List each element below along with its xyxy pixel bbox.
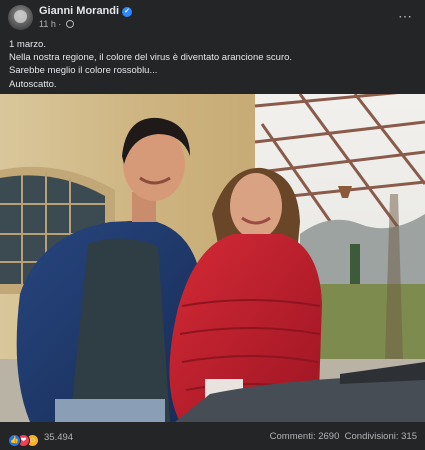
photo-illustration xyxy=(0,94,425,422)
post-text-line: 1 marzo. xyxy=(9,39,46,50)
post-text-line: Nella nostra regione, il colore del viru… xyxy=(9,52,293,64)
post-text-line: Sarebbe meglio il colore rossoblu... xyxy=(9,65,158,77)
post-text-line: Autoscatto. xyxy=(9,78,57,90)
reactions-summary[interactable]: 👍 ❤ ☺ 35.494 xyxy=(8,429,74,447)
author-name-row: Gianni Morandi ✓ xyxy=(39,5,133,17)
like-icon: 👍 xyxy=(8,434,21,447)
more-options-icon[interactable]: ⋯ xyxy=(398,8,413,25)
globe-icon xyxy=(65,20,74,28)
author-avatar[interactable] xyxy=(8,5,33,30)
cypress xyxy=(350,244,360,284)
meta-separator: · xyxy=(58,19,62,29)
post-footer: 👍 ❤ ☺ 35.494 Commenti: 2690 Condivisioni: 3… xyxy=(0,422,425,450)
woman-face xyxy=(230,173,282,239)
man-jeans xyxy=(55,399,165,422)
post-time[interactable]: 11 h xyxy=(39,19,56,29)
reactions-count: 35.494 xyxy=(44,432,74,443)
shares-count[interactable]: Condivisioni: 315 xyxy=(345,431,417,442)
author-name[interactable]: Gianni Morandi xyxy=(39,5,119,17)
post-text: 1 marzo. Nella nostra regione, il colore… xyxy=(9,38,414,91)
comments-count[interactable]: Commenti: 2690 xyxy=(270,431,340,442)
post-header: Gianni Morandi ✓ 11 h · ⋯ xyxy=(0,0,425,34)
post-photo[interactable] xyxy=(0,94,425,422)
post-meta: 11 h · xyxy=(39,19,74,29)
verified-badge-icon: ✓ xyxy=(122,7,133,17)
post-stats: Commenti: 2690 Condivisioni: 315 xyxy=(270,431,417,442)
